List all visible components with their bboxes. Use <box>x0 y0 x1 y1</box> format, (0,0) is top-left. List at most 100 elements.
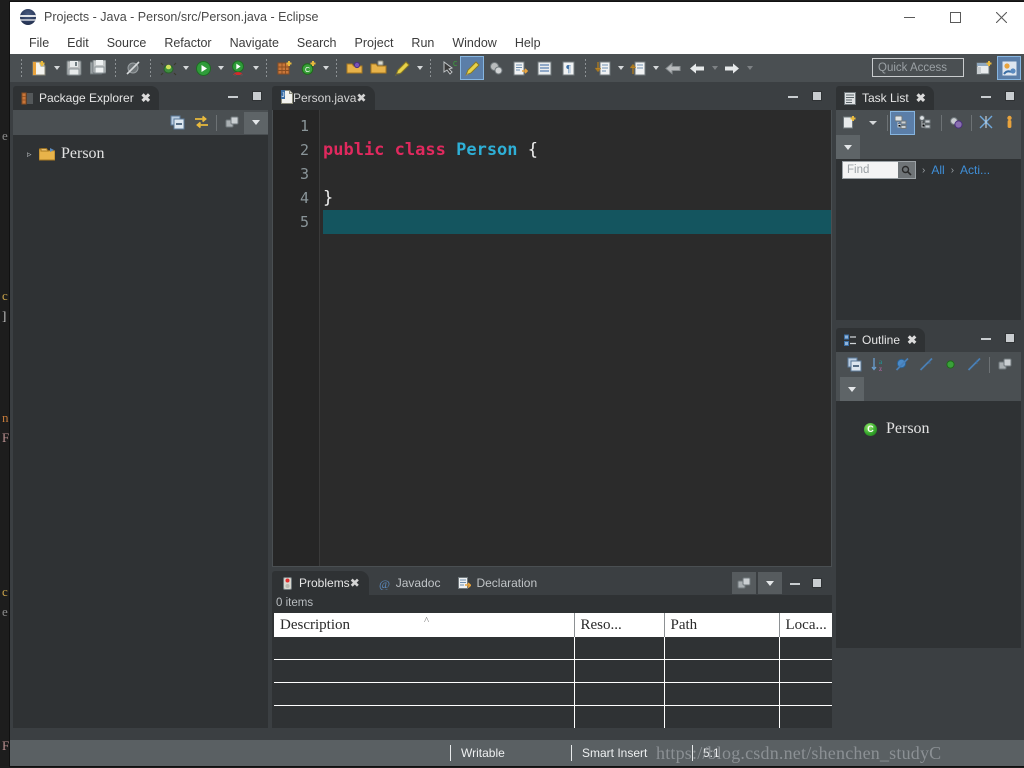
code-line[interactable]: 4} <box>273 186 831 210</box>
menu-item-project[interactable]: Project <box>346 32 403 54</box>
synchronize-changed-icon[interactable] <box>998 112 1021 134</box>
menu-item-refactor[interactable]: Refactor <box>155 32 220 54</box>
hide-static-icon[interactable]: s <box>914 354 938 376</box>
column-description[interactable]: Description ˄ <box>274 613 575 637</box>
tab-task-list[interactable]: Task List ✖ <box>836 86 934 110</box>
tree-item-person[interactable]: ▹ Person <box>13 143 268 165</box>
run-external-tools-icon[interactable] <box>227 57 249 79</box>
close-icon[interactable]: ✖ <box>141 91 151 105</box>
table-row[interactable] <box>274 705 832 728</box>
toggle-mark-occurrences-icon[interactable]: C <box>437 57 459 79</box>
maximize-button[interactable] <box>932 2 978 32</box>
maximize-view-button[interactable] <box>810 576 824 590</box>
collapse-all-icon[interactable] <box>842 354 866 376</box>
code-line-content[interactable]: } <box>323 186 831 210</box>
search-icon[interactable] <box>485 57 507 79</box>
run-icon[interactable] <box>192 57 214 79</box>
editor-code[interactable]: 1 2 public class Person {3 4} 5 <box>273 114 831 234</box>
column-path[interactable]: Path <box>664 613 780 637</box>
menu-item-help[interactable]: Help <box>506 32 550 54</box>
menu-item-run[interactable]: Run <box>402 32 443 54</box>
search-icon[interactable] <box>898 162 915 178</box>
back-history-icon[interactable] <box>627 57 649 79</box>
debug-icon[interactable] <box>157 57 179 79</box>
back-arrow-icon[interactable] <box>662 57 684 79</box>
run-dropdown-arrow[interactable] <box>215 57 226 79</box>
save-all-icon[interactable] <box>87 57 109 79</box>
table-row[interactable] <box>274 659 832 683</box>
minimize-view-button[interactable] <box>788 576 802 590</box>
new-class-dropdown-arrow[interactable] <box>320 57 331 79</box>
previous-annotation-icon[interactable]: ¶ <box>557 57 579 79</box>
minimize-view-button[interactable] <box>979 331 993 345</box>
debug-dropdown-arrow[interactable] <box>180 57 191 79</box>
code-line-content[interactable] <box>323 162 831 186</box>
next-annotation-icon[interactable] <box>533 57 555 79</box>
menu-item-file[interactable]: File <box>20 32 58 54</box>
forward-arrow-icon[interactable] <box>721 57 743 79</box>
menu-item-navigate[interactable]: Navigate <box>221 32 288 54</box>
table-row[interactable] <box>274 682 832 706</box>
sort-icon[interactable]: a z <box>866 354 890 376</box>
link-with-editor-icon[interactable] <box>189 112 213 134</box>
close-icon[interactable]: ✖ <box>356 91 366 105</box>
close-button[interactable] <box>978 2 1024 32</box>
forward-dropdown-arrow[interactable] <box>744 57 755 79</box>
view-chevron-icon[interactable] <box>840 377 864 401</box>
open-task-icon[interactable] <box>367 57 389 79</box>
collapse-all-icon[interactable] <box>945 112 968 134</box>
maximize-view-button[interactable] <box>1003 331 1017 345</box>
menu-item-search[interactable]: Search <box>288 32 346 54</box>
minimize-editor-button[interactable] <box>786 89 800 103</box>
new-java-class-icon[interactable]: C <box>297 57 319 79</box>
maximize-view-button[interactable] <box>1003 89 1017 103</box>
new-java-package-icon[interactable] <box>273 57 295 79</box>
column-location[interactable]: Loca... <box>779 613 832 637</box>
column-resource[interactable]: Reso... <box>574 613 665 637</box>
forward-dropdown-arrow-left[interactable] <box>709 57 720 79</box>
close-icon[interactable]: ✖ <box>350 576 360 590</box>
save-icon[interactable] <box>63 57 85 79</box>
open-perspective-icon[interactable] <box>973 57 995 79</box>
hide-local-types-icon[interactable]: t <box>962 354 986 376</box>
focus-on-workweek-icon[interactable] <box>975 112 998 134</box>
external-tools-dropdown-arrow[interactable] <box>250 57 261 79</box>
code-line[interactable]: 5 <box>273 210 831 234</box>
skip-breakpoints-icon[interactable] <box>122 57 144 79</box>
code-line-content[interactable]: public class Person { <box>323 138 831 162</box>
link-with-editor-icon[interactable] <box>509 57 531 79</box>
table-row[interactable] <box>274 637 832 660</box>
expand-arrow-icon[interactable]: ▹ <box>27 149 39 160</box>
minimize-view-button[interactable] <box>226 89 240 103</box>
new-wizard-icon[interactable] <box>28 57 50 79</box>
new-task-icon[interactable] <box>838 112 861 134</box>
close-icon[interactable]: ✖ <box>916 91 926 105</box>
collapse-all-icon[interactable] <box>165 112 189 134</box>
tab-declaration[interactable]: Declaration <box>449 571 546 595</box>
tab-package-explorer[interactable]: Package Explorer ✖ <box>13 86 159 110</box>
code-line[interactable]: 1 <box>273 114 831 138</box>
tab-person-java[interactable]: J Person.java ✖ <box>272 86 376 110</box>
menu-item-edit[interactable]: Edit <box>58 32 98 54</box>
view-menu-icon[interactable] <box>732 572 756 594</box>
tab-outline[interactable]: Outline ✖ <box>836 328 926 352</box>
open-type-icon[interactable] <box>343 57 365 79</box>
minimize-button[interactable] <box>886 2 932 32</box>
last-edit-dropdown-arrow[interactable] <box>615 57 626 79</box>
hide-non-public-icon[interactable] <box>938 354 962 376</box>
pin-editor-icon[interactable] <box>460 56 484 80</box>
find-input[interactable]: Find <box>842 161 916 179</box>
view-menu-icon[interactable] <box>993 354 1017 376</box>
code-line-content[interactable] <box>323 210 831 234</box>
hide-fields-icon[interactable] <box>890 354 914 376</box>
code-line[interactable]: 3 <box>273 162 831 186</box>
tab-problems[interactable]: Problems ✖ <box>272 571 369 595</box>
editor-body[interactable]: 1 2 public class Person {3 4} 5 <box>272 110 832 567</box>
annotation-dropdown-arrow[interactable] <box>414 57 425 79</box>
scheduled-presentation-icon[interactable] <box>914 112 937 134</box>
annotation-icon[interactable] <box>391 57 413 79</box>
code-line[interactable]: 2 public class Person { <box>273 138 831 162</box>
menu-item-source[interactable]: Source <box>98 32 156 54</box>
maximize-view-button[interactable] <box>250 89 264 103</box>
code-line-content[interactable] <box>323 114 831 138</box>
